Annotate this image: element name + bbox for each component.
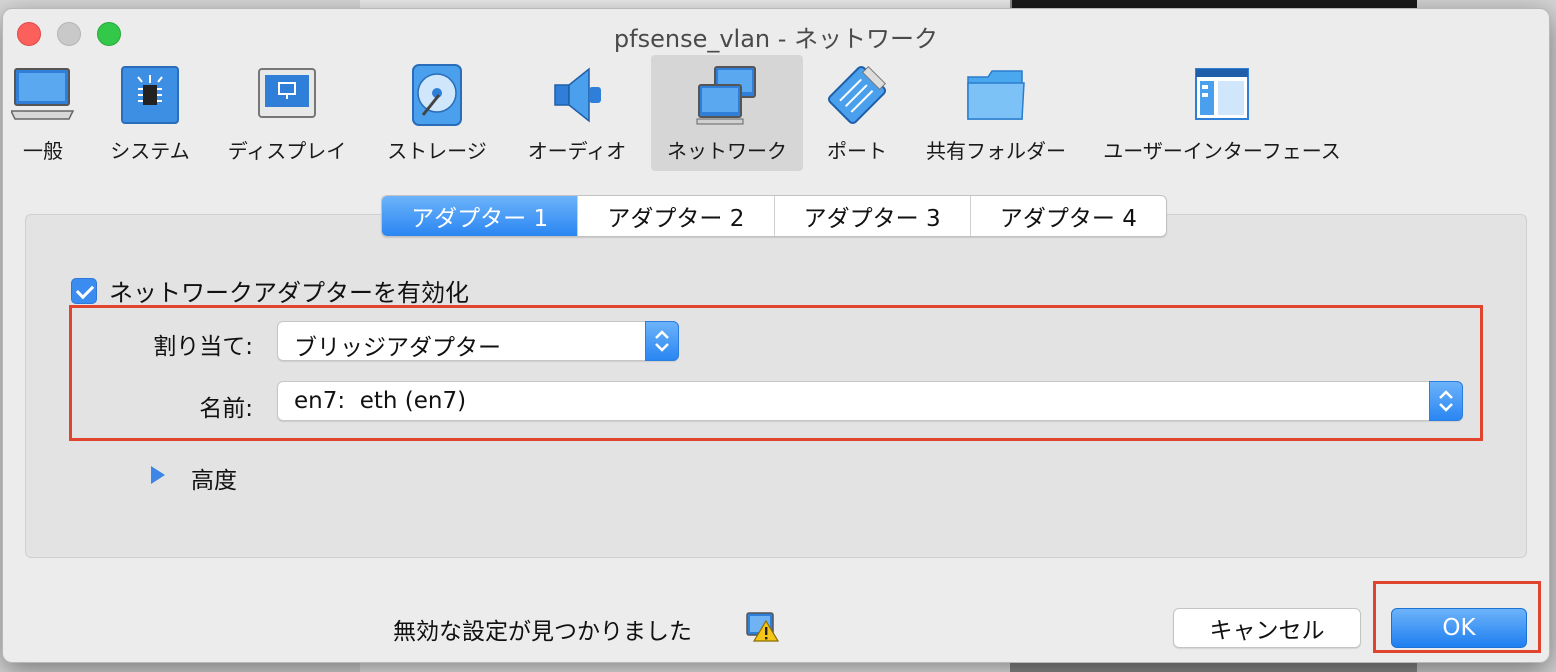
toolbar-item-audio[interactable]: オーディオ bbox=[521, 55, 633, 171]
window-title: pfsense_vlan - ネットワーク bbox=[613, 25, 939, 53]
adapter-name-select[interactable]: en7: eth (en7) bbox=[277, 381, 1463, 421]
warning-icon[interactable] bbox=[745, 611, 779, 643]
general-monitor-icon bbox=[11, 68, 75, 120]
adapter-tabs: アダプター 1 アダプター 2 アダプター 3 アダプター 4 bbox=[381, 195, 1167, 237]
toolbar-label-ports: ポート bbox=[827, 139, 887, 163]
toolbar-item-general[interactable]: 一般 bbox=[3, 55, 83, 171]
tab-adapter-2[interactable]: アダプター 2 bbox=[577, 196, 773, 236]
toolbar-label-system: システム bbox=[110, 139, 190, 163]
adapter-name-select-value: en7: eth (en7) bbox=[294, 388, 467, 414]
enable-adapter-row: ネットワークアダプターを有効化 bbox=[71, 273, 469, 308]
title-bar: pfsense_vlan - ネットワーク bbox=[3, 9, 1549, 57]
toolbar-item-user-interface[interactable]: ユーザーインターフェース bbox=[1101, 55, 1343, 171]
chevron-up-down-icon bbox=[655, 330, 669, 352]
invalid-settings-text: 無効な設定が見つかりました bbox=[393, 619, 692, 645]
enable-adapter-checkbox[interactable] bbox=[71, 277, 97, 304]
name-label: 名前: bbox=[199, 396, 253, 422]
toolbar-label-user-interface: ユーザーインターフェース bbox=[1103, 139, 1341, 163]
cancel-button[interactable]: キャンセル bbox=[1173, 608, 1361, 648]
display-icon bbox=[258, 68, 316, 118]
settings-dialog: pfsense_vlan - ネットワーク 一般 システム ディスプレイ ストレ… bbox=[2, 8, 1550, 663]
toolbar-label-shared-folders: 共有フォルダー bbox=[926, 139, 1066, 163]
toolbar-label-audio: オーディオ bbox=[527, 139, 627, 163]
storage-disk-icon bbox=[412, 64, 462, 126]
network-icon bbox=[696, 66, 756, 125]
tab-adapter-1[interactable]: アダプター 1 bbox=[382, 196, 578, 236]
attachment-select[interactable]: ブリッジアダプター bbox=[277, 321, 679, 361]
enable-adapter-label[interactable]: ネットワークアダプターを有効化 bbox=[109, 273, 469, 308]
attachment-label: 割り当て: bbox=[153, 334, 253, 360]
attachment-select-stepper[interactable] bbox=[645, 321, 679, 361]
toolbar-item-network[interactable]: ネットワーク bbox=[651, 55, 803, 171]
attachment-select-value: ブリッジアダプター bbox=[294, 335, 501, 361]
advanced-label[interactable]: 高度 bbox=[191, 461, 237, 495]
serial-port-icon bbox=[827, 65, 887, 125]
ok-button[interactable]: OK bbox=[1391, 608, 1527, 648]
toolbar-label-display: ディスプレイ bbox=[227, 139, 347, 163]
toolbar-item-shared-folders[interactable]: 共有フォルダー bbox=[921, 55, 1071, 171]
adapter-name-select-stepper[interactable] bbox=[1429, 381, 1463, 421]
tab-adapter-3[interactable]: アダプター 3 bbox=[773, 196, 970, 236]
advanced-disclosure-triangle-icon[interactable] bbox=[151, 466, 165, 484]
speaker-icon bbox=[554, 67, 601, 123]
toolbar-item-ports[interactable]: ポート bbox=[821, 55, 893, 171]
chevron-up-down-icon bbox=[1439, 390, 1453, 412]
toolbar-label-general: 一般 bbox=[23, 139, 63, 163]
toolbar-item-storage[interactable]: ストレージ bbox=[381, 55, 493, 171]
settings-toolbar: 一般 システム ディスプレイ ストレージ オーディオ ネットワーク ポート 共有… bbox=[3, 55, 1549, 179]
toolbar-item-display[interactable]: ディスプレイ bbox=[221, 55, 353, 171]
tab-adapter-4[interactable]: アダプター 4 bbox=[969, 196, 1166, 236]
user-interface-icon bbox=[1195, 68, 1249, 120]
toolbar-label-network: ネットワーク bbox=[667, 139, 787, 163]
chip-icon bbox=[121, 66, 179, 124]
toolbar-label-storage: ストレージ bbox=[387, 139, 487, 163]
folder-icon bbox=[967, 70, 1025, 120]
toolbar-item-system[interactable]: システム bbox=[101, 55, 199, 171]
